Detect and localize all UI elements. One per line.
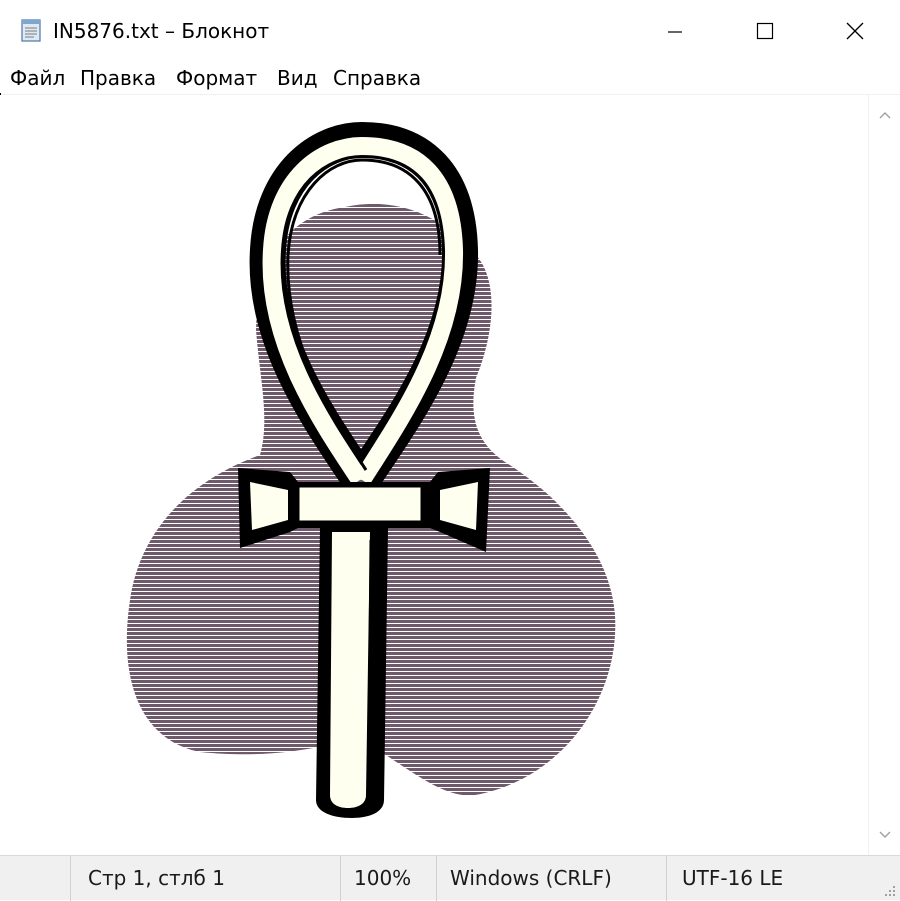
status-bar: Стр 1, стлб 1 100% Windows (CRLF) UTF-16… xyxy=(0,855,900,901)
encoding: UTF-16 LE xyxy=(682,866,784,890)
menu-file[interactable]: Файл xyxy=(8,64,67,92)
text-editor[interactable] xyxy=(0,95,868,855)
minimize-button[interactable] xyxy=(630,0,720,62)
line-ending: Windows (CRLF) xyxy=(450,866,612,890)
close-icon xyxy=(846,22,864,40)
ankh-art xyxy=(126,121,616,818)
menu-help[interactable]: Справка xyxy=(331,64,423,92)
status-divider xyxy=(70,856,71,901)
ankh-stem-shade xyxy=(367,539,375,791)
status-divider xyxy=(436,856,437,901)
menu-format[interactable]: Формат xyxy=(174,64,259,92)
window-title: IN5876.txt – Блокнот xyxy=(53,19,270,43)
status-divider xyxy=(666,856,667,901)
close-button[interactable] xyxy=(810,0,900,62)
menu-bar: Файл Правка Формат Вид Справка xyxy=(0,62,900,94)
minimize-icon xyxy=(668,31,682,33)
maximize-icon xyxy=(756,22,774,40)
notepad-window: IN5876.txt – Блокнот Файл Правка Формат … xyxy=(0,0,900,901)
zoom-level: 100% xyxy=(354,866,412,890)
menu-edit[interactable]: Правка xyxy=(78,64,158,92)
notepad-icon xyxy=(18,17,44,43)
ankh-crossbar xyxy=(296,484,424,524)
maximize-button[interactable] xyxy=(720,0,810,62)
title-bar[interactable]: IN5876.txt – Блокнот xyxy=(0,0,900,62)
chevron-down-icon[interactable] xyxy=(877,827,893,843)
menu-view[interactable]: Вид xyxy=(275,64,320,92)
chevron-up-icon[interactable] xyxy=(877,107,893,123)
vertical-scrollbar[interactable] xyxy=(868,95,900,855)
ankh-stem xyxy=(330,532,370,808)
resize-grip-icon[interactable] xyxy=(882,882,896,896)
cursor-position: Стр 1, стлб 1 xyxy=(88,866,225,890)
status-divider xyxy=(340,856,341,901)
